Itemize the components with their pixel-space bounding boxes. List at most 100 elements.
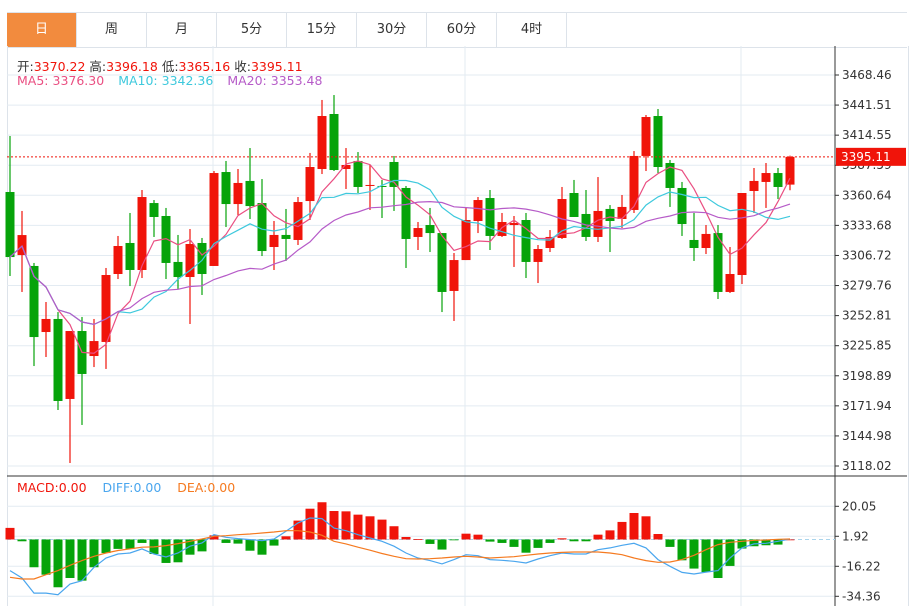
price-tick-label: 3333.68 xyxy=(842,218,892,232)
macd-bar-negative xyxy=(29,539,39,568)
candle-up xyxy=(749,180,759,191)
close-label: 收: xyxy=(234,59,251,74)
low-label: 低: xyxy=(161,59,179,74)
macd-bar-negative xyxy=(437,539,447,550)
price-tick-label: 3252.81 xyxy=(842,309,892,323)
macd-label: MACD: xyxy=(17,480,59,495)
candle-down xyxy=(149,203,159,217)
candle-up xyxy=(17,235,27,256)
macd-bar-negative xyxy=(137,539,147,543)
candle-up xyxy=(533,249,543,262)
macd-bar-positive xyxy=(389,526,399,540)
macd-bar-negative xyxy=(101,539,111,554)
ma10-value: 3342.36 xyxy=(161,73,214,88)
macd-bar-negative xyxy=(701,539,711,573)
ma-info: MA5: 3376.30 MA10: 3342.36 MA20: 3353.48 xyxy=(17,73,322,88)
candle-down xyxy=(773,173,783,187)
candle-down xyxy=(329,114,339,171)
macd-bar-negative xyxy=(113,539,123,549)
candle-up xyxy=(209,173,219,266)
macd-tick-label: 1.92 xyxy=(842,529,869,543)
candle-up xyxy=(509,223,519,226)
price-tick-label: 3279.76 xyxy=(842,279,892,293)
candle-down xyxy=(281,234,291,239)
macd-bar-negative xyxy=(17,539,27,542)
candle-down xyxy=(437,233,447,292)
open-label: 开: xyxy=(17,59,34,74)
candle-down xyxy=(389,161,399,187)
macd-bar-negative xyxy=(41,539,51,575)
kline-chart[interactable]: 3468.463441.513414.553387.593360.643333.… xyxy=(0,0,914,606)
macd-bar-negative xyxy=(161,539,171,563)
price-tick-label: 3198.89 xyxy=(842,369,892,383)
candle-up xyxy=(629,155,639,210)
candle-up xyxy=(113,245,123,275)
macd-bar-positive xyxy=(557,538,567,540)
macd-bar-positive xyxy=(377,519,387,540)
dea-label: DEA: xyxy=(177,480,208,495)
macd-tick-label: 20.05 xyxy=(842,499,876,513)
price-tick-label: 3360.64 xyxy=(842,188,892,202)
macd-bar-negative xyxy=(581,539,591,542)
price-tick-label: 3225.85 xyxy=(842,339,892,353)
candle-up xyxy=(593,210,603,237)
macd-info: MACD:0.00 DIFF:0.00 DEA:0.00 xyxy=(17,480,235,495)
high-value: 3396.18 xyxy=(106,59,158,74)
candle-up xyxy=(101,275,111,342)
candle-down xyxy=(425,225,435,234)
macd-bar-negative xyxy=(221,539,231,543)
macd-bar-positive xyxy=(605,530,615,540)
candle-down xyxy=(485,198,495,236)
candle-down xyxy=(653,116,663,168)
candle-down xyxy=(5,191,15,258)
candle-up xyxy=(365,184,375,186)
candle-up xyxy=(473,200,483,222)
candle-down xyxy=(689,239,699,249)
macd-bar-negative xyxy=(269,539,279,546)
macd-bar-negative xyxy=(509,539,519,547)
high-label: 高: xyxy=(89,59,107,74)
candle-up xyxy=(737,193,747,276)
macd-value: 0.00 xyxy=(58,480,87,495)
macd-bar-negative xyxy=(545,539,555,543)
macd-bar-positive xyxy=(341,511,351,540)
candle-up xyxy=(413,228,423,237)
macd-bar-negative xyxy=(53,539,63,588)
macd-bar-negative xyxy=(65,539,75,579)
macd-bar-negative xyxy=(485,539,495,542)
macd-bar-positive xyxy=(365,516,375,540)
macd-bar-positive xyxy=(641,516,651,540)
macd-bar-positive xyxy=(305,508,315,540)
ma5-label: MA5: xyxy=(17,73,49,88)
dea-value: 0.00 xyxy=(207,480,236,495)
close-value: 3395.11 xyxy=(250,59,303,74)
price-tick-label: 3441.51 xyxy=(842,98,892,112)
candle-down xyxy=(245,180,255,207)
candle-up xyxy=(725,274,735,292)
macd-bar-positive xyxy=(629,512,639,540)
candle-up xyxy=(701,233,711,249)
macd-bar-positive xyxy=(401,536,411,540)
candle-up xyxy=(761,173,771,182)
candle-up xyxy=(305,167,315,202)
price-tick-label: 3118.02 xyxy=(842,459,892,473)
macd-tick-label: -34.36 xyxy=(842,589,881,603)
diff-line xyxy=(9,517,791,596)
candle-down xyxy=(569,193,579,217)
macd-bar-positive xyxy=(593,534,603,540)
candle-up xyxy=(233,182,243,205)
macd-bar-positive xyxy=(413,539,423,540)
macd-bar-positive xyxy=(473,534,483,540)
candle-up xyxy=(461,220,471,261)
candle-up xyxy=(785,156,795,185)
ma5-value: 3376.30 xyxy=(52,73,105,88)
candle-down xyxy=(125,242,135,270)
price-tick-label: 3144.98 xyxy=(842,429,892,443)
price-tick-label: 3306.72 xyxy=(842,248,892,262)
candle-down xyxy=(401,187,411,239)
macd-bar-positive xyxy=(461,533,471,540)
macd-bar-positive xyxy=(281,536,291,540)
macd-bar-positive xyxy=(617,521,627,540)
candle-down xyxy=(605,208,615,222)
price-tick-label: 3171.94 xyxy=(842,399,892,413)
